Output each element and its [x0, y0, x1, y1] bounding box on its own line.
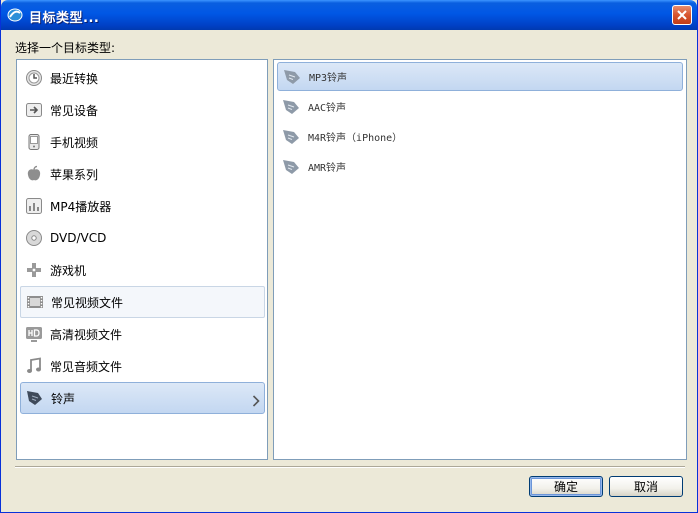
phone-icon: [24, 132, 44, 152]
disc-icon: [24, 228, 44, 248]
close-button[interactable]: [672, 5, 692, 25]
category-label: 最近转换: [50, 71, 99, 86]
prompt-label: 选择一个目标类型:: [15, 41, 116, 55]
format-label: MP3铃声: [309, 73, 348, 84]
category-label: 高清视频文件: [50, 327, 123, 342]
category-item-apple[interactable]: 苹果系列: [20, 158, 265, 190]
dialog-window: 目标类型... 选择一个目标类型: 最近转换 常见设备 手机视频 苹果系列 MP…: [0, 0, 698, 513]
ok-button[interactable]: 确定: [529, 476, 603, 497]
app-logo-icon: [7, 7, 23, 23]
category-label: 常见视频文件: [51, 295, 124, 310]
format-item-amr[interactable]: AMR铃声: [277, 152, 683, 181]
category-item-game-console[interactable]: 游戏机: [20, 254, 265, 286]
ringtone-icon: [282, 158, 300, 176]
category-label: 手机视频: [50, 135, 99, 150]
category-item-dvd-vcd[interactable]: DVD/VCD: [20, 222, 265, 254]
device-arrow-icon: [24, 100, 44, 120]
window-title: 目标类型...: [29, 11, 100, 26]
format-list[interactable]: MP3铃声 AAC铃声 M4R铃声（iPhone） AMR铃声: [273, 59, 687, 460]
ringtone-icon: [282, 128, 300, 146]
ringtone-icon: [25, 388, 45, 408]
category-label: 常见音频文件: [50, 359, 123, 374]
chevron-right-icon: [252, 392, 260, 411]
category-item-video-files[interactable]: 常见视频文件: [20, 286, 265, 318]
hd-icon: [24, 324, 44, 344]
title-bar[interactable]: 目标类型...: [1, 0, 697, 30]
category-item-mp4-player[interactable]: MP4播放器: [20, 190, 265, 222]
cancel-button[interactable]: 取消: [609, 476, 683, 497]
format-item-mp3[interactable]: MP3铃声: [277, 62, 683, 91]
category-label: 铃声: [51, 391, 76, 406]
gamepad-icon: [24, 260, 44, 280]
apple-icon: [24, 164, 44, 184]
ringtone-icon: [282, 98, 300, 116]
music-note-icon: [24, 356, 44, 376]
category-item-ringtone[interactable]: 铃声: [20, 382, 265, 414]
category-label: 苹果系列: [50, 167, 99, 182]
format-label: AMR铃声: [308, 163, 347, 174]
ringtone-icon: [283, 68, 301, 86]
category-label: MP4播放器: [50, 199, 112, 214]
mp4-player-icon: [24, 196, 44, 216]
format-item-m4r[interactable]: M4R铃声（iPhone）: [277, 122, 683, 151]
format-label: M4R铃声（iPhone）: [308, 133, 403, 144]
footer-separator: [15, 466, 685, 468]
category-item-hd-video[interactable]: 高清视频文件: [20, 318, 265, 350]
clock-icon: [24, 68, 44, 88]
category-label: 常见设备: [50, 103, 99, 118]
category-label: DVD/VCD: [50, 231, 107, 245]
category-list[interactable]: 最近转换 常见设备 手机视频 苹果系列 MP4播放器 DVD/VCD 游戏机 常…: [16, 59, 268, 460]
category-item-devices[interactable]: 常见设备: [20, 94, 265, 126]
category-item-recent[interactable]: 最近转换: [20, 62, 265, 94]
category-item-audio-files[interactable]: 常见音频文件: [20, 350, 265, 382]
close-icon: [677, 10, 687, 20]
format-label: AAC铃声: [308, 103, 347, 114]
category-label: 游戏机: [50, 263, 87, 278]
category-item-phone-video[interactable]: 手机视频: [20, 126, 265, 158]
format-item-aac[interactable]: AAC铃声: [277, 92, 683, 121]
film-icon: [25, 292, 45, 312]
